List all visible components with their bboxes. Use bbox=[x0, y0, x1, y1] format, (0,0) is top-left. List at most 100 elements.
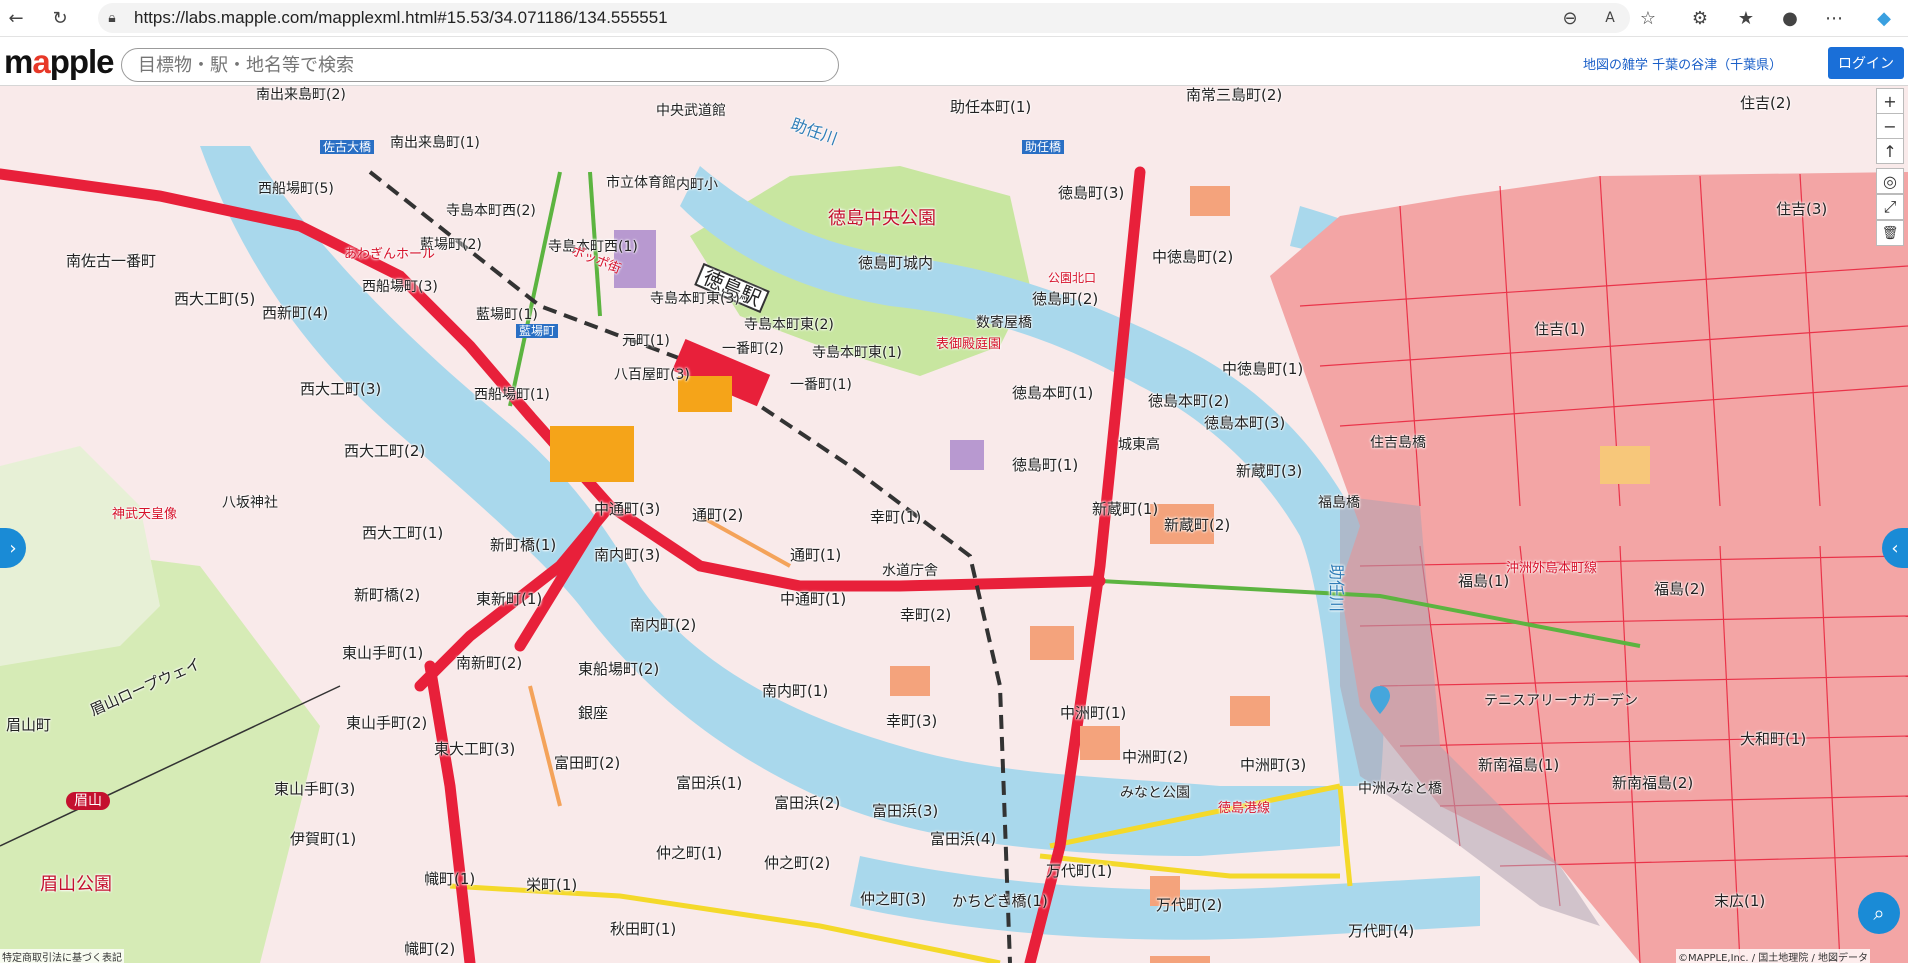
measure-button[interactable]: ⤢ bbox=[1876, 194, 1904, 220]
area-label: 眉山町 bbox=[6, 716, 52, 734]
area-label: 新蔵町(3) bbox=[1236, 462, 1303, 480]
area-label: 徳島町(1) bbox=[1012, 456, 1079, 474]
facility-label[interactable]: 市立体育館 bbox=[606, 176, 676, 190]
facility-label[interactable]: 公園北口 bbox=[1048, 272, 1096, 284]
area-label: 新南福島(1) bbox=[1478, 756, 1560, 774]
read-aloud-icon[interactable]: A bbox=[1596, 4, 1624, 32]
area-label: 東山手町(1) bbox=[342, 644, 424, 662]
area-label: 福島(1) bbox=[1458, 572, 1510, 590]
landmark-label[interactable]: あわぎんホール bbox=[344, 248, 435, 261]
bridge-label: 福島橋 bbox=[1318, 495, 1360, 511]
collections-icon[interactable]: ★ bbox=[1732, 4, 1760, 32]
area-label: 住吉(3) bbox=[1776, 200, 1828, 218]
landmark-label[interactable]: 神武天皇像 bbox=[112, 508, 177, 521]
facility-label: 数寄屋橋 bbox=[976, 315, 1032, 331]
stop-tag[interactable]: 助任橋 bbox=[1022, 140, 1065, 154]
area-label: 大和町(1) bbox=[1740, 730, 1807, 748]
facility-label[interactable]: 八坂神社 bbox=[222, 496, 278, 510]
area-label: 幸町(1) bbox=[870, 508, 922, 526]
favorite-icon[interactable]: ☆ bbox=[1634, 4, 1662, 32]
area-label: 徳島町(2) bbox=[1032, 290, 1099, 308]
road-label: 徳島港線 bbox=[1218, 801, 1271, 816]
area-label: 中通町(1) bbox=[780, 590, 847, 608]
mapple-logo[interactable]: mapple bbox=[4, 43, 115, 81]
area-label: 幸町(2) bbox=[900, 606, 952, 624]
area-label: 福島(2) bbox=[1654, 580, 1706, 598]
river-label-2: 助任川 bbox=[1327, 563, 1347, 613]
stop-tag[interactable]: 佐古大橋 bbox=[320, 140, 375, 154]
area-label: 東大工町(3) bbox=[434, 740, 516, 758]
locate-button[interactable]: ◎ bbox=[1876, 168, 1904, 194]
more-icon[interactable]: ⋯ bbox=[1820, 4, 1848, 32]
area-label: 一番町(1) bbox=[790, 377, 852, 393]
search-fab-icon[interactable]: ⌕ bbox=[1858, 892, 1900, 934]
zoom-out-button[interactable]: − bbox=[1876, 113, 1904, 139]
park-label: 徳島中央公園 bbox=[828, 208, 936, 229]
area-label: 東船場町(2) bbox=[578, 660, 660, 678]
area-label: 中通町(3) bbox=[594, 500, 661, 518]
area-label: 中徳島町(1) bbox=[1222, 360, 1304, 378]
reload-icon[interactable]: ↻ bbox=[46, 4, 74, 32]
url-text[interactable]: https://labs.mapple.com/mapplexml.html#1… bbox=[134, 8, 668, 28]
area-label: 富田浜(4) bbox=[930, 830, 997, 848]
area-label: 富田浜(3) bbox=[872, 802, 939, 820]
copyright-text: ©MAPPLE,Inc. / 国土地理院 / 地図データ bbox=[1676, 949, 1871, 964]
facility-label[interactable]: 内町小 bbox=[676, 178, 718, 192]
area-label: 助任本町(1) bbox=[950, 98, 1032, 116]
area-label: 徳島本町(2) bbox=[1148, 392, 1230, 410]
trash-icon[interactable]: 🗑 bbox=[1876, 220, 1904, 246]
back-icon[interactable]: ← bbox=[2, 4, 30, 32]
area-label: 幸町(3) bbox=[886, 712, 938, 730]
road-label: 沖洲外島本町線 bbox=[1506, 561, 1598, 576]
area-label: 東山手町(3) bbox=[274, 780, 356, 798]
area-label: 新蔵町(2) bbox=[1164, 516, 1231, 534]
copilot-icon[interactable]: ◆ bbox=[1870, 4, 1898, 32]
area-label: 南出来島町(2) bbox=[256, 87, 346, 103]
stop-tag[interactable]: 藍場町 bbox=[516, 324, 559, 338]
site-header: mapple 地図の雑学 千葉の谷津（千葉県） ログイン bbox=[0, 37, 1908, 86]
legal-link[interactable]: 特定商取引法に基づく表記 bbox=[0, 949, 124, 964]
area-label: 富田浜(2) bbox=[774, 794, 841, 812]
area-label: 仲之町(2) bbox=[764, 854, 831, 872]
compass-button[interactable]: ↑ bbox=[1876, 138, 1904, 164]
area-label: 東山手町(2) bbox=[346, 714, 428, 732]
zoom-icon[interactable]: ⊖ bbox=[1556, 4, 1584, 32]
area-label: 富田町(2) bbox=[554, 754, 621, 772]
area-label: 元町(1) bbox=[622, 333, 670, 349]
login-button[interactable]: ログイン bbox=[1828, 47, 1904, 79]
area-label: 住吉(2) bbox=[1740, 94, 1792, 112]
site-info-icon[interactable]: 🔒︎ bbox=[98, 4, 126, 32]
search-box[interactable] bbox=[121, 48, 839, 82]
area-label: 徳島町城内 bbox=[858, 254, 934, 272]
facility-label[interactable]: 城東高 bbox=[1118, 438, 1160, 452]
area-label: 西大工町(3) bbox=[300, 380, 382, 398]
area-label: 万代町(2) bbox=[1156, 896, 1223, 914]
area-label: 中洲町(1) bbox=[1060, 704, 1127, 722]
extensions-icon[interactable]: ⚙ bbox=[1686, 4, 1714, 32]
facility-label[interactable]: 表御殿庭園 bbox=[936, 338, 1001, 351]
area-label: 新南福島(2) bbox=[1612, 774, 1694, 792]
area-label: 栄町(1) bbox=[526, 876, 578, 894]
facility-label[interactable]: 水道庁舎 bbox=[882, 564, 938, 578]
area-label: 南内町(2) bbox=[630, 616, 697, 634]
zoom-in-button[interactable]: + bbox=[1876, 88, 1904, 114]
area-label: 南内町(1) bbox=[762, 682, 829, 700]
area-label: 通町(2) bbox=[692, 506, 744, 524]
facility-label[interactable]: みなと公園 bbox=[1120, 786, 1190, 800]
trivia-link[interactable]: 地図の雑学 千葉の谷津（千葉県） bbox=[1583, 54, 1782, 73]
area-label: 西大工町(2) bbox=[344, 442, 426, 460]
area-label: 寺島本町東(2) bbox=[744, 317, 834, 333]
area-label: 西大工町(1) bbox=[362, 524, 444, 542]
facility-label[interactable]: 中央武道館 bbox=[656, 104, 726, 118]
landmark-label[interactable]: テニスアリーナガーデン bbox=[1484, 694, 1638, 708]
map-canvas[interactable]: 徳島中央公園 眉山公園 徳島駅 助任川 助任川 眉山 南出来島町(2) 南出来島… bbox=[0, 86, 1908, 963]
area-label: 伊賀町(1) bbox=[290, 830, 357, 848]
area-label: 万代町(4) bbox=[1348, 922, 1415, 940]
area-label: 西船場町(3) bbox=[362, 279, 438, 295]
area-label: 寺島本町東(3) bbox=[650, 291, 740, 307]
area-label: 通町(1) bbox=[790, 546, 842, 564]
profile-icon[interactable]: ● bbox=[1776, 4, 1804, 32]
area-label: 南常三島町(2) bbox=[1186, 86, 1283, 104]
bizan-pill[interactable]: 眉山 bbox=[66, 792, 110, 810]
search-input[interactable] bbox=[136, 53, 820, 77]
